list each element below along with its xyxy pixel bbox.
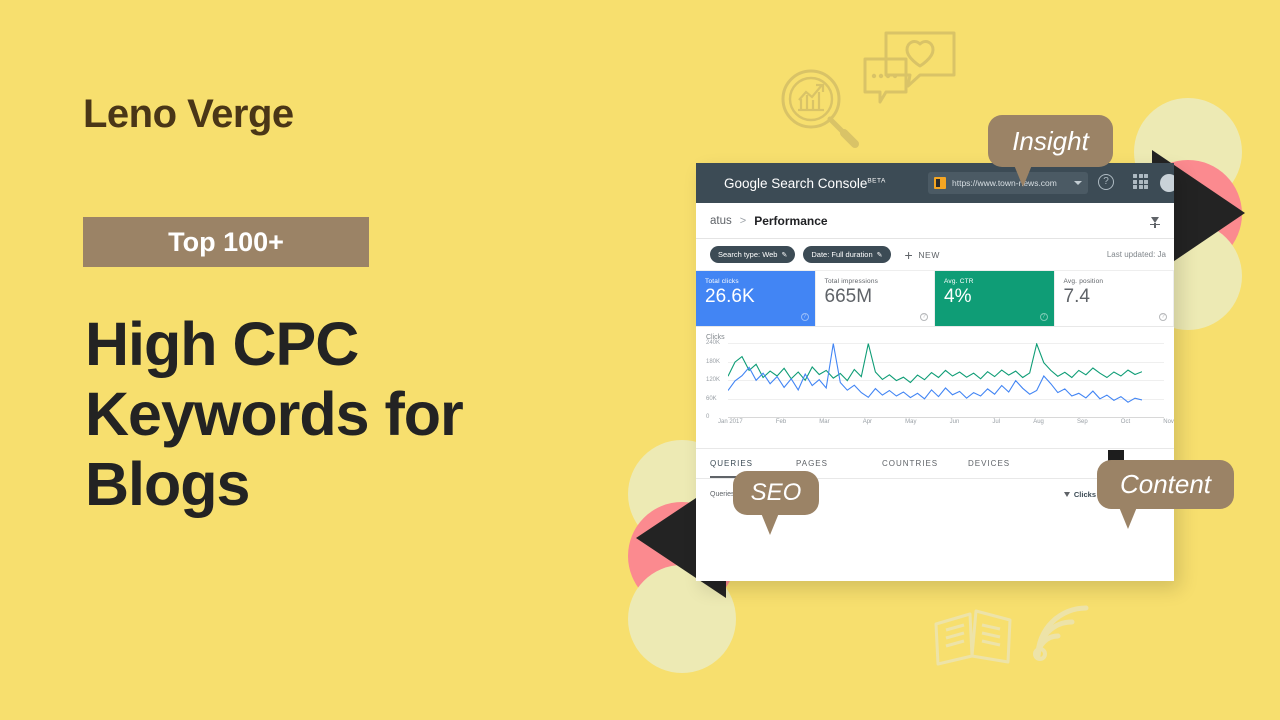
metric-card-avg-ctr[interactable]: Avg. CTR 4% ? — [935, 271, 1055, 326]
callout-bubble-seo: SEO — [733, 471, 819, 535]
bubble-tail — [1014, 165, 1032, 187]
column-header-queries[interactable]: Queries — [710, 491, 735, 498]
download-icon[interactable] — [1146, 212, 1164, 230]
tab-countries[interactable]: COUNTRIES — [882, 459, 968, 468]
breadcrumb-current: Performance — [754, 213, 828, 228]
wordmark-text: Google Search Console — [724, 175, 868, 191]
plus-icon: + — [904, 246, 914, 263]
chart-x-tick: Oct — [1120, 419, 1131, 425]
property-url-text: https://www.town-news.com — [952, 178, 1057, 188]
performance-chart-panel: Clicks 240K 180K 120K 60K 0 Jan 2017 Feb Mar Ap… — [696, 327, 1174, 449]
chart-y-tick: 240K — [706, 340, 721, 346]
metric-card-total-impressions[interactable]: Total impressions 665M ? — [815, 271, 935, 326]
metric-value: 665M — [824, 286, 873, 307]
filter-chip-date[interactable]: Date: Full duration ✎ — [803, 246, 891, 263]
rss-signal-icon — [1033, 605, 1089, 661]
callout-bubble-insight: Insight — [988, 115, 1113, 187]
callout-bubble-content: Content — [1097, 460, 1234, 529]
chart-x-tick: Apr — [862, 419, 873, 425]
new-filter-label: NEW — [918, 249, 940, 260]
badge-label: Top 100+ — [168, 226, 284, 257]
chart-y-tick: 120K — [706, 377, 721, 383]
metric-label: Total impressions — [824, 278, 879, 285]
filter-chip-search-type[interactable]: Search type: Web ✎ — [710, 246, 796, 263]
metric-value: 4% — [944, 286, 972, 307]
help-icon[interactable]: ? — [1098, 174, 1114, 190]
chart-x-axis-ticks: Jan 2017 Feb Mar Apr May Jun Jul Aug Sep Oct Nov — [718, 419, 1174, 425]
chart-x-tick: Aug — [1033, 419, 1044, 425]
chart-lines — [728, 343, 1142, 403]
edit-pencil-icon[interactable]: ✎ — [877, 251, 883, 259]
chart-plot-area: 240K 180K 120K 60K 0 — [706, 340, 1164, 427]
info-icon[interactable]: ? — [920, 313, 928, 321]
new-filter-button[interactable]: + NEW — [905, 248, 940, 262]
beta-tag: BETA — [867, 177, 886, 184]
chart-x-tick: Nov — [1163, 419, 1174, 425]
chart-series-clicks — [728, 343, 1142, 403]
edit-pencil-icon[interactable]: ✎ — [781, 251, 787, 259]
console-topbar: Google Search ConsoleBETA https://www.to… — [696, 163, 1174, 203]
metric-label: Avg. CTR — [944, 278, 974, 285]
breadcrumb: atus > Performance — [696, 203, 1174, 239]
chart-title: Clicks — [706, 334, 725, 341]
callout-label: Content — [1119, 469, 1212, 499]
metric-card-total-clicks[interactable]: Total clicks 26.6K ? — [696, 271, 816, 326]
bubble-tail — [761, 513, 779, 535]
filter-chip-label: Search type: Web — [718, 250, 778, 259]
tab-pages[interactable]: PAGES — [796, 459, 882, 468]
sort-descending-icon[interactable] — [1063, 491, 1070, 497]
breadcrumb-parent[interactable]: atus — [710, 215, 732, 227]
chart-x-tick: May — [905, 419, 917, 425]
chart-x-tick: Feb — [775, 419, 787, 425]
open-book-icon — [934, 609, 1012, 666]
metric-value: 7.4 — [1063, 286, 1090, 307]
filter-chip-label: Date: Full duration — [811, 250, 873, 259]
chart-y-tick: 60K — [706, 395, 717, 402]
chart-y-tick: 180K — [706, 358, 721, 365]
info-icon[interactable]: ? — [1039, 313, 1048, 321]
apps-grid-icon[interactable] — [1133, 174, 1148, 189]
chart-series-impressions — [728, 343, 1142, 384]
column-header-clicks[interactable]: Clicks — [1063, 490, 1096, 499]
chart-x-tick: Jun — [949, 419, 960, 425]
filter-bar: Search type: Web ✎ Date: Full duration ✎… — [696, 239, 1174, 271]
breadcrumb-separator: > — [739, 214, 747, 227]
avatar[interactable] — [1160, 174, 1174, 192]
metric-card-avg-position[interactable]: Avg. position 7.4 ? — [1054, 271, 1174, 326]
info-icon[interactable]: ? — [800, 313, 809, 321]
site-favicon-icon — [934, 177, 946, 189]
magnifier-chart-icon — [781, 69, 859, 148]
google-search-console-wordmark: Google Search ConsoleBETA — [724, 176, 886, 191]
info-icon[interactable]: ? — [1159, 313, 1167, 321]
chart-x-tick: Mar — [819, 419, 830, 425]
callout-label: SEO — [750, 479, 802, 506]
chart-gridline — [728, 417, 1164, 418]
chart-x-tick: Sep — [1077, 419, 1088, 425]
tab-queries[interactable]: QUERIES — [710, 459, 796, 468]
metric-label: Avg. position — [1063, 278, 1104, 285]
chart-y-tick: 0 — [706, 414, 710, 420]
page-title: High CPC Keywords for Blogs — [85, 310, 464, 519]
metric-cards: Total clicks 26.6K ? Total impressions 6… — [696, 271, 1174, 327]
brand-name: Leno Verge — [83, 92, 294, 136]
callout-label: Insight — [1012, 125, 1089, 156]
metric-label: Total clicks — [705, 278, 739, 285]
chat-bubbles-icon — [863, 31, 956, 104]
last-updated-text: Last updated: Ja — [1106, 250, 1166, 259]
tab-devices[interactable]: DEVICES — [968, 459, 1054, 468]
chart-x-tick: Jan 2017 — [718, 419, 743, 425]
metric-value: 26.6K — [705, 286, 755, 307]
bubble-tail — [1119, 507, 1137, 529]
property-url-selector[interactable]: https://www.town-news.com — [928, 172, 1088, 194]
top-count-badge: Top 100+ — [83, 217, 369, 267]
chart-x-tick: Jul — [992, 419, 1001, 425]
chevron-down-icon[interactable] — [1074, 181, 1082, 185]
